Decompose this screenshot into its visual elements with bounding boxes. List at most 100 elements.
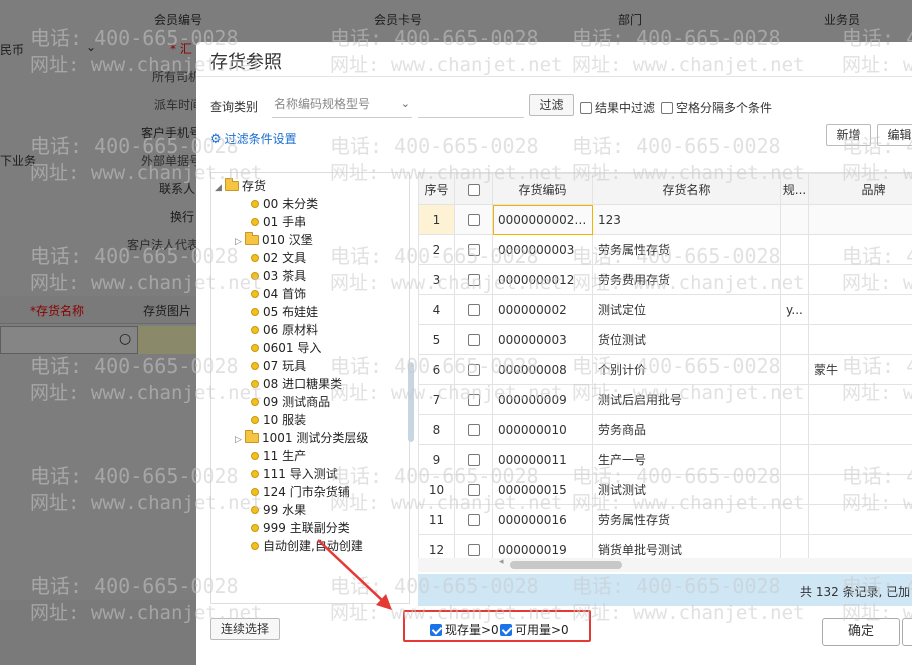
row-name[interactable]: 测试定位 [592, 294, 781, 325]
query-input[interactable] [418, 92, 524, 118]
edit-button[interactable]: 编辑 [877, 124, 912, 146]
row-name[interactable]: 测试测试 [592, 474, 781, 505]
row-code[interactable]: 000000008 [492, 354, 593, 385]
row-name[interactable]: 劳务属性存货 [592, 504, 781, 535]
row-name[interactable]: 个别计价 [592, 354, 781, 385]
tree-item[interactable]: 自动创建,自动创建 [251, 537, 363, 555]
table-row[interactable]: 1 00000000022... 123 [418, 204, 912, 235]
row-name[interactable]: 劳务属性存货 [592, 234, 781, 265]
row-seq[interactable]: 5 [418, 324, 455, 355]
filter-in-result-option[interactable]: 结果中过滤 [580, 99, 655, 116]
row-brand[interactable] [808, 294, 912, 325]
row-checkbox[interactable] [467, 484, 480, 496]
table-row[interactable]: 7 000000009 测试后启用批号 [418, 384, 912, 415]
row-code[interactable]: 000000010 [492, 414, 593, 445]
row-code[interactable]: 0000000012 [492, 264, 593, 295]
row-seq[interactable]: 10 [418, 474, 455, 505]
row-code[interactable]: 000000015 [492, 474, 593, 505]
row-code[interactable]: 0000000003 [492, 234, 593, 265]
col-brand[interactable]: 品牌 [808, 173, 912, 205]
row-code[interactable]: 00000000022... [492, 204, 593, 235]
cancel-button[interactable] [902, 618, 912, 646]
row-brand[interactable]: 蒙牛 [808, 354, 912, 385]
row-checkbox-cell[interactable] [454, 384, 493, 415]
tree-item[interactable]: 09 测试商品 [251, 393, 330, 411]
tree-item[interactable]: 01 手串 [251, 213, 306, 231]
tree-item[interactable]: 0601 导入 [251, 339, 321, 357]
row-checkbox-cell[interactable] [454, 264, 493, 295]
table-row[interactable]: 5 000000003 货位测试 [418, 324, 912, 355]
row-name[interactable]: 劳务商品 [592, 414, 781, 445]
tree-item[interactable]: 08 进口糖果类 [251, 375, 342, 393]
row-code[interactable]: 000000002 [492, 294, 593, 325]
row-spec[interactable] [780, 474, 809, 505]
row-brand[interactable] [808, 204, 912, 235]
col-spec[interactable]: 规... [780, 173, 809, 205]
row-spec[interactable]: y... [780, 294, 809, 325]
tree-scrollbar[interactable] [408, 362, 414, 442]
row-name[interactable]: 生产一号 [592, 444, 781, 475]
row-seq[interactable]: 1 [418, 204, 455, 235]
row-seq[interactable]: 3 [418, 264, 455, 295]
scroll-left-icon[interactable]: ◂ [499, 557, 504, 567]
continuous-select-button[interactable]: 连续选择 [210, 618, 280, 640]
row-spec[interactable] [780, 414, 809, 445]
row-brand[interactable] [808, 414, 912, 445]
tree-item[interactable]: 124 门市杂货铺 [251, 483, 350, 501]
row-brand[interactable] [808, 444, 912, 475]
row-name[interactable]: 劳务费用存货 [592, 264, 781, 295]
row-checkbox-cell[interactable] [454, 444, 493, 475]
tree-item[interactable]: 05 布娃娃 [251, 303, 318, 321]
tree-item[interactable]: 11 生产 [251, 447, 306, 465]
table-row[interactable]: 3 0000000012 劳务费用存货 [418, 264, 912, 295]
filter-settings-link[interactable]: ⚙ 过滤条件设置 [210, 130, 297, 147]
table-row[interactable]: 6 000000008 个别计价 蒙牛 [418, 354, 912, 385]
filter-in-result-checkbox[interactable] [580, 101, 592, 114]
row-name[interactable]: 测试后启用批号 [592, 384, 781, 415]
row-checkbox[interactable] [467, 334, 480, 346]
collapse-icon[interactable]: ◢ [215, 179, 225, 197]
tree-item[interactable]: 10 服装 [251, 411, 306, 429]
row-seq[interactable]: 11 [418, 504, 455, 535]
new-button[interactable]: 新增 [826, 124, 871, 146]
row-spec[interactable] [780, 324, 809, 355]
tree-item[interactable]: 07 玩具 [251, 357, 306, 375]
row-spec[interactable] [780, 384, 809, 415]
row-checkbox[interactable] [467, 424, 480, 436]
row-brand[interactable] [808, 384, 912, 415]
row-checkbox-cell[interactable] [454, 354, 493, 385]
row-checkbox-cell[interactable] [454, 504, 493, 535]
row-seq[interactable]: 4 [418, 294, 455, 325]
row-code[interactable]: 000000009 [492, 384, 593, 415]
tree-item[interactable]: ▷ 010 汉堡 [235, 231, 313, 249]
row-checkbox[interactable] [467, 454, 480, 466]
row-checkbox[interactable] [467, 394, 480, 406]
stock-gt0-checkbox[interactable] [430, 623, 442, 636]
table-row[interactable]: 2 0000000003 劳务属性存货 [418, 234, 912, 265]
col-code[interactable]: 存货编码 [492, 173, 593, 205]
row-name[interactable]: 货位测试 [592, 324, 781, 355]
space-split-option[interactable]: 空格分隔多个条件 [661, 99, 772, 116]
row-brand[interactable] [808, 474, 912, 505]
row-brand[interactable] [808, 264, 912, 295]
stock-gt0-option[interactable]: 现存量>0 [430, 621, 499, 638]
row-spec[interactable] [780, 504, 809, 535]
table-row[interactable]: 11 000000016 劳务属性存货 [418, 504, 912, 535]
table-row[interactable]: 8 000000010 劳务商品 [418, 414, 912, 445]
row-spec[interactable] [780, 264, 809, 295]
col-name[interactable]: 存货名称 [592, 173, 781, 205]
row-checkbox[interactable] [467, 214, 480, 226]
tree-item[interactable]: 99 水果 [251, 501, 306, 519]
row-checkbox-cell[interactable] [454, 474, 493, 505]
tree-item[interactable]: 03 茶具 [251, 267, 306, 285]
expand-icon[interactable]: ▷ [235, 233, 245, 251]
row-checkbox[interactable] [467, 274, 480, 286]
tree-item[interactable]: 02 文具 [251, 249, 306, 267]
row-checkbox-cell[interactable] [454, 294, 493, 325]
tree-item[interactable]: 111 导入测试 [251, 465, 338, 483]
table-row[interactable]: 9 000000011 生产一号 [418, 444, 912, 475]
row-spec[interactable] [780, 234, 809, 265]
space-split-checkbox[interactable] [661, 101, 673, 114]
row-seq[interactable]: 9 [418, 444, 455, 475]
horizontal-scrollbar[interactable]: ◂ [418, 557, 912, 572]
